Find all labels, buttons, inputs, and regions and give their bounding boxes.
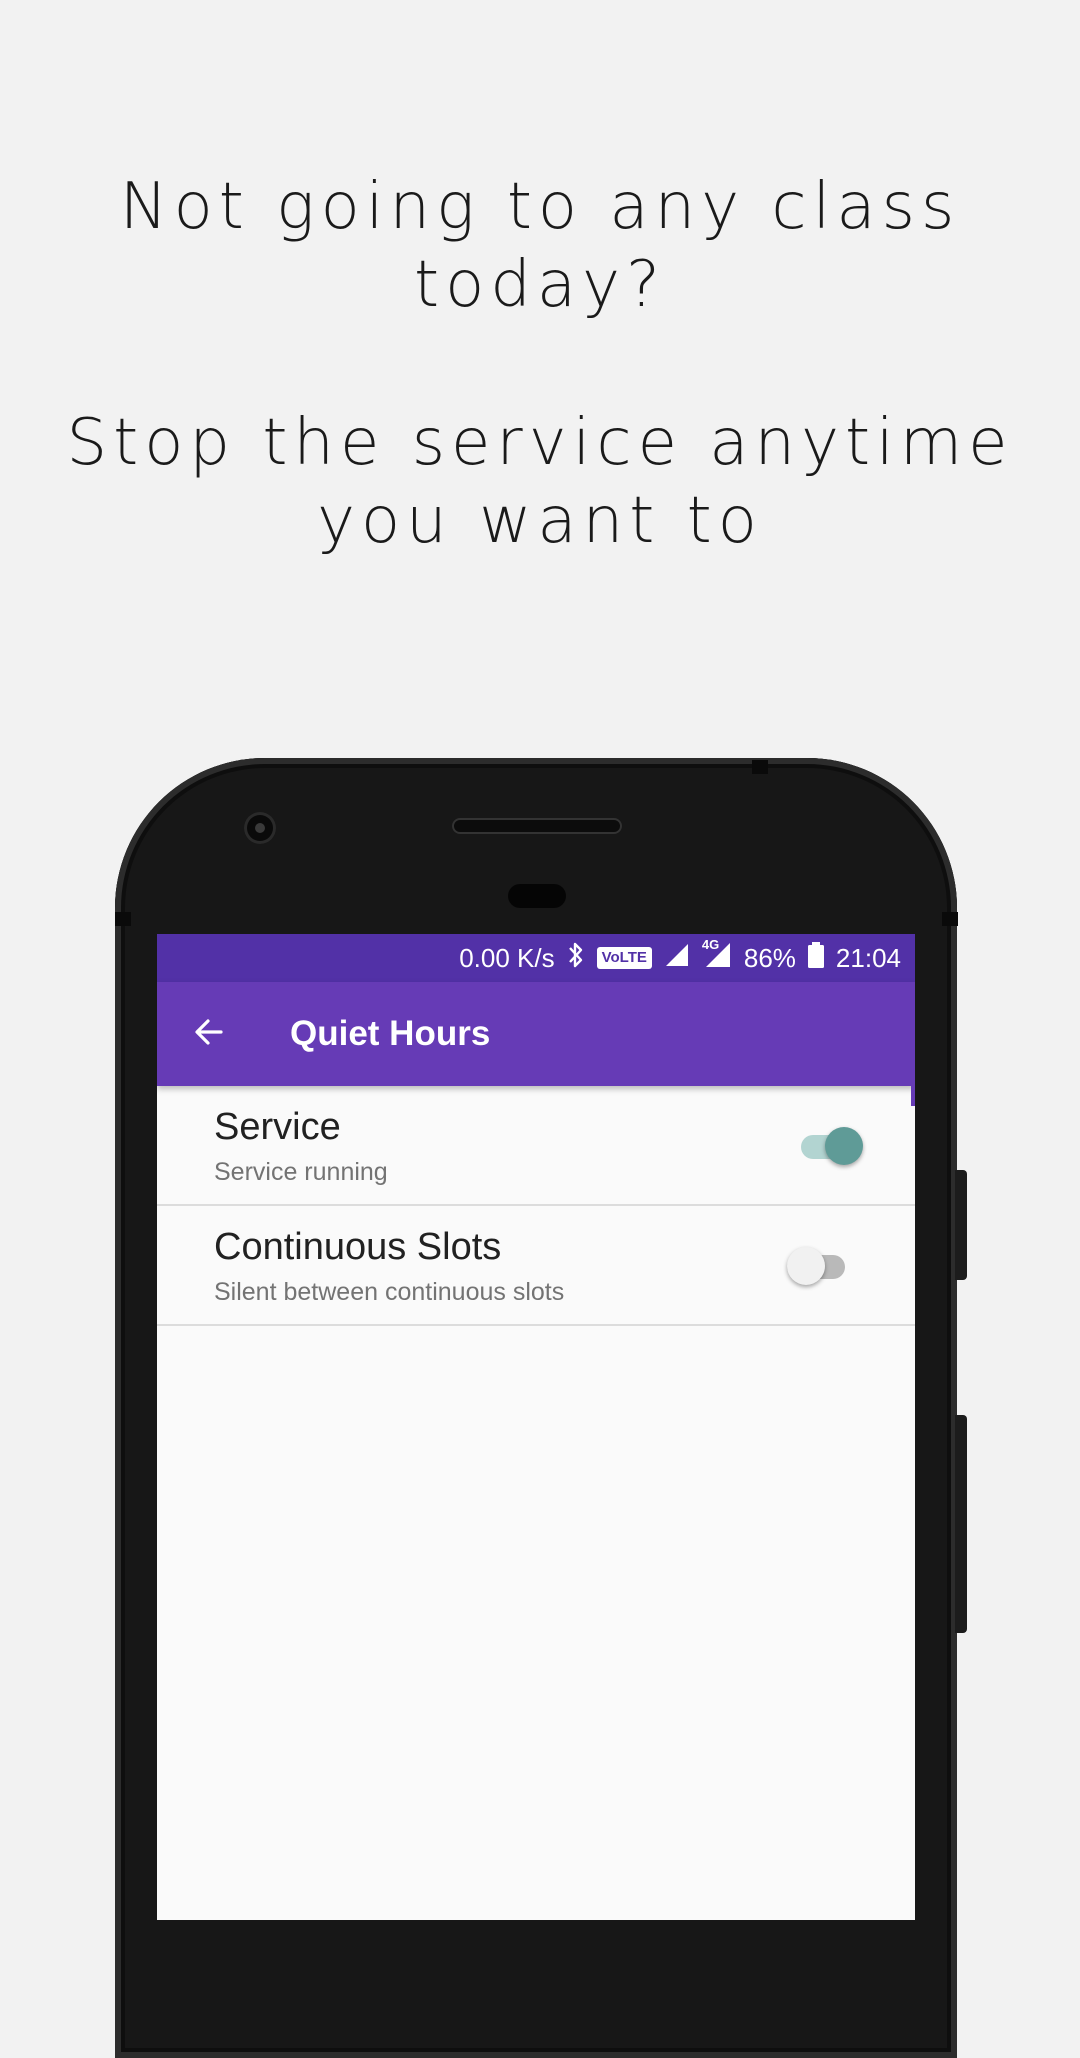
bluetooth-icon — [567, 941, 585, 976]
phone-sensor — [508, 884, 566, 908]
phone-antenna-line — [942, 912, 958, 926]
promo-line: today? — [414, 248, 666, 322]
back-button[interactable] — [183, 1008, 235, 1060]
service-switch[interactable] — [801, 1127, 863, 1165]
preference-service[interactable]: Service Service running — [157, 1086, 915, 1206]
preference-continuous-slots[interactable]: Continuous Slots Silent between continuo… — [157, 1206, 915, 1326]
promo-headline-2: Stop the service anytime you want to — [0, 404, 1080, 560]
preference-summary: Silent between continuous slots — [214, 1278, 565, 1306]
status-icons: 0.00 K/s VoLTE 4G 86% 21:04 — [459, 934, 901, 982]
promo-line: Not going to any class — [119, 170, 961, 244]
preference-list: Service Service running Continuous Slots… — [157, 1086, 915, 1326]
phone-antenna-line — [752, 760, 768, 774]
arrow-back-icon — [193, 1016, 225, 1053]
data-signal-icon: 4G — [702, 937, 732, 976]
promo-line: Stop the service anytime — [66, 406, 1014, 480]
preference-summary: Service running — [214, 1158, 388, 1186]
app-bar: Quiet Hours — [157, 982, 915, 1086]
volte-badge: VoLTE — [596, 947, 652, 969]
phone-power-button — [955, 1170, 967, 1280]
preference-title: Continuous Slots — [214, 1226, 502, 1268]
switch-thumb — [787, 1247, 825, 1285]
network-speed: 0.00 K/s — [459, 942, 555, 973]
clock: 21:04 — [835, 942, 901, 973]
signal-icon — [664, 942, 690, 975]
continuous-slots-switch[interactable] — [787, 1247, 845, 1285]
battery-icon — [807, 941, 824, 975]
status-bar: 0.00 K/s VoLTE 4G 86% 21:04 — [157, 934, 915, 982]
phone-speaker — [452, 818, 622, 834]
battery-level: 86% — [743, 942, 796, 973]
front-camera — [244, 812, 276, 844]
promo-line: you want to — [317, 484, 763, 558]
promo-headline-1: Not going to any class today? — [0, 168, 1080, 324]
screen-title: Quiet Hours — [290, 1014, 491, 1053]
switch-thumb — [825, 1127, 863, 1165]
network-type: 4G — [701, 936, 720, 952]
phone-antenna-line — [115, 912, 131, 926]
preference-title: Service — [214, 1106, 341, 1148]
phone-volume-button — [955, 1415, 967, 1633]
phone-screen: 0.00 K/s VoLTE 4G 86% 21:04 Quiet Hours … — [157, 934, 915, 1920]
